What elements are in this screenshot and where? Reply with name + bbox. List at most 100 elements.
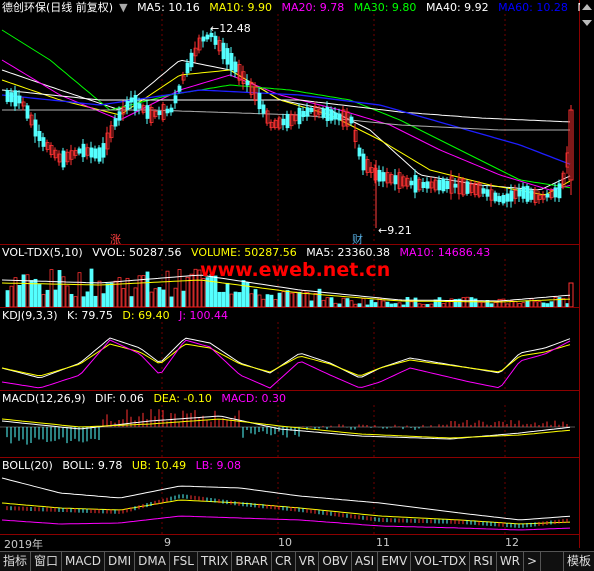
- candle-body: [33, 119, 38, 137]
- candle-body: [349, 116, 354, 124]
- tab-window[interactable]: 窗口: [31, 552, 63, 571]
- volume-bar: [405, 297, 410, 307]
- volume-bar: [541, 302, 546, 307]
- volume-bar: [345, 298, 350, 307]
- volume-bar: [349, 300, 354, 307]
- tab-asi[interactable]: ASI: [352, 552, 379, 571]
- candle-body: [525, 185, 530, 202]
- volume-bar: [49, 269, 54, 307]
- volume-bar: [441, 303, 446, 307]
- candle-body: [505, 193, 510, 202]
- tab-obv[interactable]: OBV: [319, 552, 352, 571]
- kline-chart[interactable]: [0, 0, 580, 244]
- kline-pane[interactable]: 德创环保(日线 前复权) ▼ MA5: 10.16 MA10: 9.90 MA20…: [0, 0, 580, 245]
- ma60-label: MA60: 10.28: [498, 1, 568, 14]
- tab-template[interactable]: 模板: [562, 552, 594, 571]
- ma-more-label: MA: [577, 1, 580, 14]
- kdj-k-value: K: 79.75: [67, 309, 113, 322]
- volume-bar: [461, 297, 466, 307]
- volume-bar: [361, 298, 366, 307]
- tab-emv[interactable]: EMV: [378, 552, 412, 571]
- volume-bar: [437, 297, 442, 307]
- volume-bar: [237, 292, 242, 307]
- date-label-oct: 10: [278, 536, 292, 549]
- candle-body: [221, 42, 226, 60]
- volume-bar: [241, 280, 246, 307]
- candle-body: [281, 118, 286, 126]
- volume-bar: [229, 293, 234, 307]
- candle-body: [557, 183, 562, 199]
- candle-body: [41, 137, 46, 147]
- volume-bar: [553, 297, 558, 307]
- candle-body: [413, 175, 418, 193]
- candle-body: [521, 186, 526, 199]
- volume-bar: [45, 289, 50, 307]
- date-label-sep: 9: [164, 536, 171, 549]
- candle-body: [37, 130, 42, 142]
- candle-body: [125, 100, 130, 110]
- tab-rsi[interactable]: RSI: [470, 552, 497, 571]
- ma40-label: MA40: 9.92: [425, 1, 489, 14]
- volume-bar: [525, 300, 530, 307]
- tab-vr[interactable]: VR: [296, 552, 320, 571]
- volume-bar: [41, 294, 46, 307]
- candle-body: [361, 153, 366, 171]
- kdj-header: KDJ(9,3,3) K: 79.75 D: 69.40 J: 100.44: [2, 309, 234, 323]
- candle-body: [189, 52, 194, 68]
- boll-pane[interactable]: BOLL(20) BOLL: 9.78 UB: 10.49 LB: 9.08: [0, 458, 580, 535]
- volume-bar: [393, 303, 398, 307]
- volume-bar: [13, 277, 18, 307]
- tab-indicator[interactable]: 指标: [0, 552, 32, 571]
- tab-more-arrow[interactable]: >: [524, 552, 542, 571]
- ma5-label: MA5: 10.16: [137, 1, 200, 14]
- candle-body: [453, 183, 458, 188]
- kdj-title: KDJ(9,3,3): [2, 309, 58, 322]
- collapse-icon[interactable]: ▼: [119, 1, 127, 14]
- scroll-up-icon[interactable]: [582, 4, 592, 10]
- candle-body: [301, 110, 306, 118]
- volume-bar: [293, 291, 298, 307]
- volume-bar: [513, 301, 518, 307]
- macd-pane[interactable]: MACD(12,26,9) DIF: 0.06 DEA: -0.10 MACD:…: [0, 391, 580, 458]
- volume-bar: [285, 290, 290, 307]
- ma30-line: [1, 29, 571, 189]
- tab-fsl[interactable]: FSL: [170, 552, 198, 571]
- volume-bar: [169, 296, 174, 307]
- macd-macd-value: MACD: 0.30: [221, 392, 287, 405]
- tab-wr[interactable]: WR: [497, 552, 525, 571]
- tab-macd[interactable]: MACD: [62, 552, 106, 571]
- volume-bar: [249, 293, 254, 307]
- candle-body: [465, 181, 470, 194]
- candle-body: [145, 105, 150, 119]
- vol-ma10-value: MA10: 14686.43: [399, 246, 491, 259]
- scroll-down-icon[interactable]: [582, 20, 592, 26]
- volume-bar: [205, 277, 210, 307]
- tab-cr[interactable]: CR: [272, 552, 296, 571]
- tab-trix[interactable]: TRIX: [198, 552, 233, 571]
- volume-bar: [369, 299, 374, 307]
- kdj-pane[interactable]: KDJ(9,3,3) K: 79.75 D: 69.40 J: 100.44: [0, 308, 580, 391]
- volume-bar: [281, 291, 286, 307]
- candle-body: [77, 148, 82, 154]
- volume-bar: [141, 275, 146, 307]
- volume-bar: [29, 280, 34, 307]
- candle-body: [17, 95, 22, 104]
- right-scrollbar[interactable]: [579, 0, 594, 548]
- kline-header: 德创环保(日线 前复权) ▼ MA5: 10.16 MA10: 9.90 MA20…: [2, 1, 580, 15]
- tab-brar[interactable]: BRAR: [232, 552, 273, 571]
- candle-body: [245, 80, 250, 86]
- candle-body: [213, 35, 218, 45]
- tab-dmi[interactable]: DMI: [105, 552, 136, 571]
- volume-bar: [221, 291, 226, 307]
- volume-bar: [153, 288, 158, 307]
- candle-body: [425, 181, 430, 189]
- candle-body: [545, 193, 550, 198]
- candle-body: [173, 95, 178, 104]
- candle-body: [305, 107, 310, 117]
- volume-bar: [401, 304, 406, 307]
- volume-bar: [93, 295, 98, 307]
- tab-vol-tdx[interactable]: VOL-TDX: [411, 552, 471, 571]
- volume-header: VOL-TDX(5,10) VVOL: 50287.56 VOLUME: 502…: [2, 246, 496, 260]
- tab-dma[interactable]: DMA: [135, 552, 170, 571]
- ma10-label: MA10: 9.90: [209, 1, 272, 14]
